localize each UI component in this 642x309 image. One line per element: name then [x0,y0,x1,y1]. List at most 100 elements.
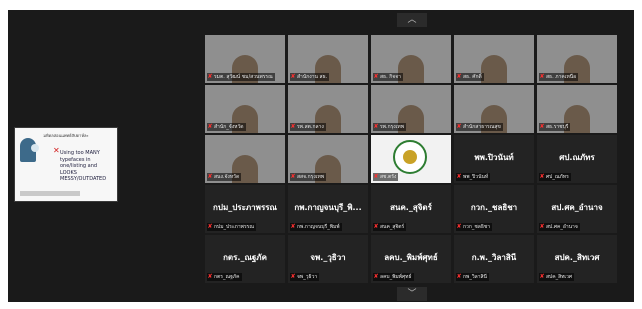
participant-nameplate: ✘ รพ.กรุงเทพ [373,123,407,131]
muted-mic-icon: ✘ [207,173,213,180]
participant-tile[interactable]: กตร._ณฐภัค ✘ กตร_ณฐภัค [205,235,285,283]
participant-name-label: สธ. ศักดิ์ [463,74,482,80]
participant-tile[interactable]: ✘ สธ. ภาคเหนือ [537,35,617,83]
participant-tile[interactable]: ✘ สำนักงาน สธ. [288,35,368,83]
participant-name-label: สำนักสาธารณสุข [463,124,501,130]
muted-mic-icon: ✘ [373,173,379,180]
participant-display-name: ลคบ._พิมพ์ศุทธ์ [384,253,438,262]
muted-mic-icon: ✘ [539,173,545,180]
participant-tile[interactable]: ✘ สำนักสาธารณสุข [454,85,534,133]
participant-name-label: สสจ.กรุงเทพ [297,174,325,180]
participant-name-label: สำนักงาน สธ. [297,74,328,80]
participant-name-label: รพ.สต.กลาง [297,124,324,130]
participant-display-name: สปค._สิทเวศ [554,253,600,262]
participant-tile[interactable]: ✘ สธ. กิจจา [371,35,451,83]
participant-name-label: ลคบ_พิมพ์ศุทธ์ [380,274,412,280]
participant-name-label: สำนัก_จังหวัด [214,124,244,130]
participant-tile[interactable]: สปค._สิทเวศ ✘ สปค_สิทเวศ [537,235,617,283]
participant-grid: ✘ รมต. สุวัฒน์ ชม/สวนพรรณ ✘ สำนักงาน สธ. ✘ สธ… [205,35,617,283]
participant-nameplate: ✘ กวก_ชลธิชา [456,223,493,231]
slide-x-mark: ✕ [53,146,60,155]
slide-line: one/listing and LOOKS [60,163,98,176]
participant-nameplate: ✘ สำนักงาน สธ. [290,73,330,81]
muted-mic-icon: ✘ [456,173,462,180]
muted-mic-icon: ✘ [539,73,545,80]
muted-mic-icon: ✘ [539,223,545,230]
participant-display-name: กพ.กาญจนบุรี_พิ... [294,203,362,212]
muted-mic-icon: ✘ [207,123,213,130]
muted-mic-icon: ✘ [290,273,296,280]
participant-tile[interactable]: ลคบ._พิมพ์ศุทธ์ ✘ ลคบ_พิมพ์ศุทธ์ [371,235,451,283]
muted-mic-icon: ✘ [456,223,462,230]
participant-nameplate: ✘ กตร_ณฐภัค [207,273,242,281]
muted-mic-icon: ✘ [207,223,213,230]
participant-display-name: สป.ศค_อำนาจ [551,203,603,212]
muted-mic-icon: ✘ [456,73,462,80]
participant-tile[interactable]: ✘ สช.ตรัง [371,135,451,183]
participant-tile[interactable]: พพ.ปิวนันท์ ✘ พพ_ปิวนันท์ [454,135,534,183]
organization-seal [393,140,427,174]
participant-name-label: สปค_สิทเวศ [546,274,573,280]
participant-nameplate: ✘ พพ_ปิวนันท์ [456,173,491,181]
participant-nameplate: ✘ กพ_วิลาสินี [456,273,489,281]
participant-tile[interactable]: กวก._ชลธิชา ✘ กวก_ชลธิชา [454,185,534,233]
participant-tile[interactable]: ✘ สธ.ราชบุรี [537,85,617,133]
participant-nameplate: ✘ สนค_สุจิตร์ [373,223,407,231]
participant-tile[interactable]: ✘ รมต. สุวัฒน์ ชม/สวนพรรณ [205,35,285,83]
participant-nameplate: ✘ สธ. ศักดิ์ [456,73,484,81]
participant-name-label: สป.ศค_อำนาจ [546,224,578,230]
participant-nameplate: ✘ สธ. กิจจา [373,73,403,81]
meeting-window: มหิดลสอนแพทย์สัปดาห์ละ ✕ Using too MANY … [8,10,634,302]
participant-nameplate: ✘ สำนัก_จังหวัด [207,123,246,131]
participant-name-label: สธ. ภาคเหนือ [546,74,577,80]
muted-mic-icon: ✘ [456,273,462,280]
participant-name-label: สธ. กิจจา [380,74,401,80]
participant-tile[interactable]: ✘ สสจ.กรุงเทพ [288,135,368,183]
participant-display-name: ก.พ._วิลาสินี [471,253,517,262]
participant-name-label: สนง.จังหวัด [214,174,240,180]
participant-nameplate: ✘ สธ.ราชบุรี [539,123,571,131]
participant-tile[interactable]: กปม_ประภาพรรณ ✘ กปม_ประภาพรรณ [205,185,285,233]
muted-mic-icon: ✘ [373,73,379,80]
participant-tile[interactable]: สนค._สุจิตร์ ✘ สนค_สุจิตร์ [371,185,451,233]
participant-tile[interactable]: จพ._วุธิวา ✘ จพ_วุธิวา [288,235,368,283]
participant-display-name: กวก._ชลธิชา [470,203,518,212]
muted-mic-icon: ✘ [456,123,462,130]
participant-video [481,55,507,83]
participant-tile[interactable]: ✘ สนง.จังหวัด [205,135,285,183]
participant-tile[interactable]: ✘ สธ. ศักดิ์ [454,35,534,83]
participant-tile[interactable]: ✘ รพ.กรุงเทพ [371,85,451,133]
participant-nameplate: ✘ ศป_ณภัทร [539,173,571,181]
participant-nameplate: ✘ สำนักสาธารณสุข [456,123,503,131]
participant-nameplate: ✘ สป.ศค_อำนาจ [539,223,580,231]
muted-mic-icon: ✘ [539,273,545,280]
chevron-up-icon[interactable]: ︿ [397,13,427,27]
slide-logo-dot [31,144,39,152]
participant-nameplate: ✘ รพ.สต.กลาง [290,123,326,131]
participant-name-label: ศป_ณภัทร [546,174,569,180]
participant-name-label: สธ.ราชบุรี [546,124,569,130]
participant-tile[interactable]: ✘ สำนัก_จังหวัด [205,85,285,133]
chevron-down-icon[interactable]: ﹀ [397,287,427,301]
participant-tile[interactable]: ศป.ณภัทร ✘ ศป_ณภัทร [537,135,617,183]
participant-name-label: กวก_ชลธิชา [463,224,491,230]
participant-display-name: ศป.ณภัทร [559,153,595,162]
participant-name-label: รพ.กรุงเทพ [380,124,405,130]
muted-mic-icon: ✘ [207,73,213,80]
participant-tile[interactable]: สป.ศค_อำนาจ ✘ สป.ศค_อำนาจ [537,185,617,233]
slide-body: Using too MANY typefaces in one/listing … [60,150,115,183]
participant-nameplate: ✘ รมต. สุวัฒน์ ชม/สวนพรรณ [207,73,275,81]
participant-nameplate: ✘ จพ_วุธิวา [290,273,320,281]
participant-nameplate: ✘ สนง.จังหวัด [207,173,242,181]
participant-tile[interactable]: ✘ รพ.สต.กลาง [288,85,368,133]
participant-nameplate: ✘ กพ.กาญจนบุรี_พิมพ์ [290,223,342,231]
muted-mic-icon: ✘ [290,73,296,80]
shared-screen-thumbnail[interactable]: มหิดลสอนแพทย์สัปดาห์ละ ✕ Using too MANY … [14,127,118,202]
muted-mic-icon: ✘ [290,223,296,230]
participant-tile[interactable]: กพ.กาญจนบุรี_พิ... ✘ กพ.กาญจนบุรี_พิมพ์ [288,185,368,233]
participant-name-label: กพ.กาญจนบุรี_พิมพ์ [297,224,340,230]
participant-tile[interactable]: ก.พ._วิลาสินี ✘ กพ_วิลาสินี [454,235,534,283]
participant-name-label: จพ_วุธิวา [297,274,318,280]
muted-mic-icon: ✘ [373,223,379,230]
participant-nameplate: ✘ กปม_ประภาพรรณ [207,223,256,231]
